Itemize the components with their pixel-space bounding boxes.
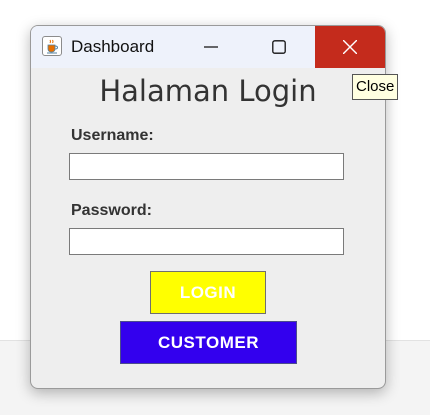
login-button[interactable]: LOGIN bbox=[150, 271, 266, 314]
maximize-button[interactable] bbox=[245, 26, 313, 68]
password-field[interactable] bbox=[69, 228, 344, 255]
username-field[interactable] bbox=[69, 153, 344, 180]
window-title: Dashboard bbox=[71, 37, 155, 56]
close-button[interactable] bbox=[315, 26, 385, 68]
title-bar[interactable]: Dashboard bbox=[31, 26, 385, 68]
page-title: Halaman Login bbox=[99, 74, 317, 108]
customer-button[interactable]: CUSTOMER bbox=[120, 321, 297, 364]
close-icon bbox=[343, 40, 357, 54]
close-tooltip: Close bbox=[352, 74, 399, 100]
minimize-button[interactable] bbox=[177, 26, 245, 68]
java-cup-icon bbox=[42, 36, 62, 56]
minimize-icon bbox=[204, 46, 218, 48]
dashboard-window: Dashboard Halaman Login Username: Passwo… bbox=[30, 25, 386, 389]
password-label: Password: bbox=[71, 202, 152, 219]
maximize-icon bbox=[272, 40, 286, 54]
username-label: Username: bbox=[71, 127, 154, 144]
